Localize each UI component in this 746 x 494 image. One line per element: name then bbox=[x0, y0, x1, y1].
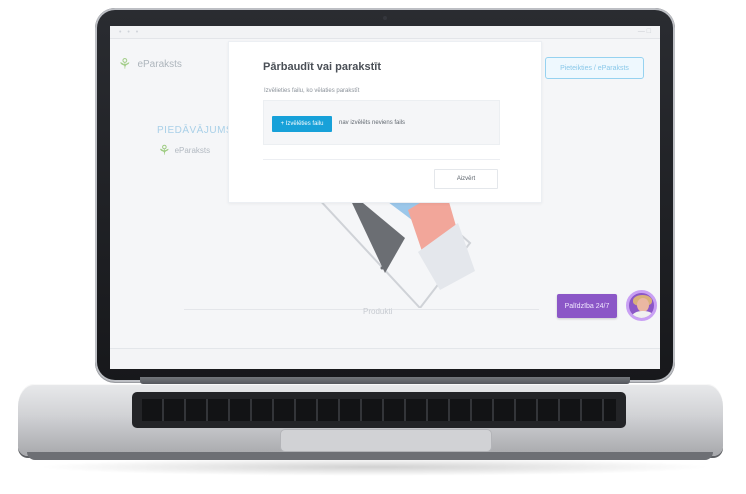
products-label: Produkti bbox=[363, 307, 393, 316]
avatar-face bbox=[637, 298, 649, 312]
camera-icon bbox=[383, 16, 387, 20]
file-picker-panel: + Izvēlēties failu nav izvēlēts neviens … bbox=[263, 100, 500, 145]
illustration-dot bbox=[380, 266, 384, 270]
eparaksts-small-logo-icon: ⚘ bbox=[158, 142, 171, 158]
avatar-body bbox=[632, 311, 654, 318]
login-button[interactable]: Pieteikties / eParaksts bbox=[545, 57, 644, 79]
section-logo-text: eParaksts bbox=[174, 146, 211, 155]
dialog-separator bbox=[263, 159, 500, 160]
logo-text: eParaksts bbox=[137, 59, 182, 70]
top-bar: • • • — □ bbox=[110, 26, 660, 39]
laptop-screen: • • • — □ ⚘ eParaksts Pieteikties / ePar… bbox=[110, 26, 660, 369]
document-dialog: Pārbaudīt vai parakstīt Izvēlieties fail… bbox=[228, 41, 542, 203]
section-title: PIEDĀVĀJUMS bbox=[157, 125, 234, 136]
close-button[interactable]: Aizvērt bbox=[434, 169, 498, 189]
window-controls: — □ bbox=[637, 28, 651, 35]
keyboard bbox=[132, 392, 626, 428]
selected-file-label: nav izvēlēts neviens fails bbox=[339, 120, 406, 126]
support-avatar-icon[interactable] bbox=[626, 290, 657, 321]
keyboard-keys bbox=[142, 399, 616, 421]
laptop-front-edge bbox=[27, 452, 713, 460]
dialog-subtitle: Izvēlieties failu, ko vēlaties parakstīt bbox=[264, 88, 360, 94]
laptop-shadow bbox=[36, 458, 712, 476]
laptop-hinge bbox=[140, 377, 630, 384]
screen-footer bbox=[110, 348, 660, 369]
laptop-mockup: • • • — □ ⚘ eParaksts Pieteikties / ePar… bbox=[0, 0, 746, 494]
site-logo: ⚘ eParaksts bbox=[118, 57, 182, 72]
dialog-title: Pārbaudīt vai parakstīt bbox=[263, 61, 381, 73]
trackpad bbox=[280, 429, 492, 452]
section-logo: ⚘ eParaksts bbox=[158, 142, 210, 159]
help-chat-button[interactable]: Palīdzība 24/7 bbox=[557, 294, 617, 318]
content-divider bbox=[184, 309, 539, 310]
choose-file-button[interactable]: + Izvēlēties failu bbox=[272, 116, 332, 132]
eparaksts-logo-icon: ⚘ bbox=[118, 56, 132, 73]
window-dots: • • • bbox=[119, 29, 141, 36]
